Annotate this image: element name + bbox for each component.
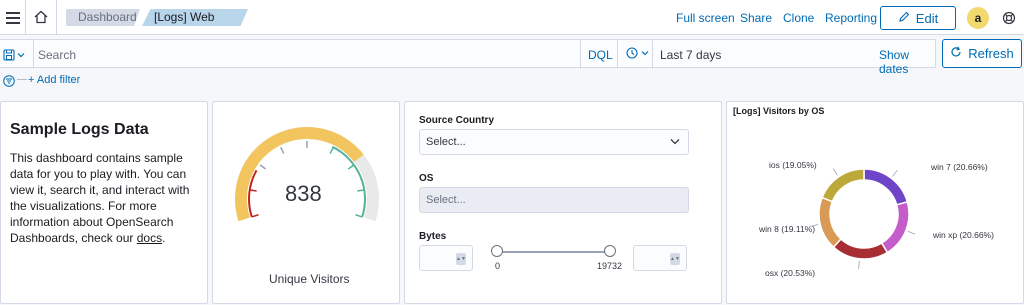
home-icon[interactable] — [33, 9, 49, 25]
markdown-body: This dashboard contains sample data for … — [10, 150, 200, 246]
breadcrumb-current: [Logs] Web Traffic — [142, 9, 248, 26]
pie-slice[interactable] — [863, 168, 909, 206]
add-filter-button[interactable]: + Add filter — [28, 74, 80, 86]
stepper-icon[interactable]: ▲▼ — [670, 253, 680, 265]
visitors-by-os-panel: [Logs] Visitors by OS win 7 (20.66%) win … — [726, 101, 1024, 304]
bytes-min-label: 0 — [495, 261, 501, 271]
source-country-select[interactable]: Select... — [419, 129, 689, 155]
pie-slice[interactable] — [818, 196, 843, 249]
divider — [33, 40, 34, 69]
bytes-max-handle[interactable] — [604, 245, 616, 257]
pie-slice-label: win 7 (20.66%) — [931, 162, 988, 172]
gauge-tick — [329, 146, 334, 154]
filter-options-icon[interactable] — [3, 74, 15, 87]
bytes-label: Bytes — [419, 231, 447, 242]
query-bar: Search DQL Last 7 days Show dates — [0, 39, 936, 76]
pie-leader-line — [832, 168, 838, 176]
source-country-label: Source Country — [419, 115, 495, 126]
divider — [25, 0, 26, 35]
gauge-tick — [347, 164, 355, 170]
refresh-button[interactable]: Refresh — [942, 39, 1022, 68]
gauge-panel: 838 Unique Visitors — [212, 101, 400, 304]
gauge-tick — [280, 146, 285, 154]
gauge-tick — [249, 189, 257, 192]
gauge-label: Unique Visitors — [269, 272, 350, 286]
reporting-link[interactable]: Reporting — [825, 11, 877, 25]
time-range-display[interactable]: Last 7 days — [660, 48, 721, 62]
bytes-range-track[interactable] — [497, 251, 610, 253]
pencil-icon — [898, 11, 910, 26]
top-nav-bar: Dashboard [Logs] Web Traffic Full screen… — [0, 0, 1024, 35]
clock-icon — [626, 47, 638, 59]
filter-separator: — — [17, 74, 27, 85]
hamburger-menu-icon[interactable] — [4, 9, 22, 27]
edit-button[interactable]: Edit — [880, 6, 956, 30]
pie-slice-label: ios (19.05%) — [769, 160, 817, 170]
edit-button-label: Edit — [915, 10, 939, 26]
pie-slice[interactable] — [821, 168, 865, 203]
pie-slice-label: win xp (20.66%) — [933, 230, 994, 240]
share-link[interactable]: Share — [740, 11, 772, 25]
gauge-tick — [259, 164, 267, 170]
pie-slice[interactable] — [880, 200, 910, 254]
divider — [56, 0, 57, 35]
search-input[interactable]: Search — [38, 48, 76, 62]
gauge-tick — [357, 189, 365, 192]
clone-link[interactable]: Clone — [783, 11, 814, 25]
pie-leader-line — [892, 169, 898, 177]
os-label: OS — [419, 173, 434, 184]
bytes-min-handle[interactable] — [491, 245, 503, 257]
user-avatar[interactable]: a — [967, 7, 989, 29]
refresh-icon — [950, 46, 962, 61]
markdown-trailing: . — [162, 231, 166, 245]
breadcrumb-dashboard[interactable]: Dashboard — [66, 9, 140, 26]
refresh-button-label: Refresh — [968, 46, 1014, 61]
chevron-down-icon — [670, 139, 680, 145]
stepper-icon[interactable]: ▲▼ — [456, 253, 466, 265]
controls-panel: Source Country Select... OS Select... By… — [404, 101, 722, 304]
filter-bar: — + Add filter — [0, 71, 1024, 91]
help-lifebuoy-icon[interactable] — [999, 8, 1019, 28]
pie-slice[interactable] — [832, 237, 889, 260]
quick-time-menu[interactable] — [626, 47, 649, 59]
markdown-title: Sample Logs Data — [10, 121, 149, 138]
gauge-value: 838 — [285, 181, 322, 206]
divider — [652, 40, 653, 69]
save-icon — [3, 49, 15, 61]
bytes-min-input[interactable]: ▲▼ — [419, 245, 473, 271]
pie-slice-label: osx (20.53%) — [765, 268, 816, 278]
query-language-toggle[interactable]: DQL — [588, 48, 613, 62]
os-select[interactable]: Select... — [419, 187, 689, 213]
divider — [580, 40, 581, 69]
bytes-max-input[interactable]: ▲▼ — [633, 245, 687, 271]
docs-link[interactable]: docs — [137, 231, 162, 245]
gauge-tick — [355, 214, 363, 218]
full-screen-link[interactable]: Full screen — [676, 11, 735, 25]
pie-leader-line — [907, 230, 916, 235]
pie-leader-line — [858, 260, 860, 269]
markdown-panel: Sample Logs Data This dashboard contains… — [0, 101, 208, 304]
divider — [617, 40, 618, 69]
saved-query-menu[interactable] — [3, 47, 29, 63]
gauge-tick — [251, 214, 259, 218]
bytes-max-label: 19732 — [597, 261, 623, 271]
pie-slice-label: win 8 (19.11%) — [759, 224, 816, 234]
chevron-down-icon — [641, 51, 649, 56]
chevron-down-icon — [17, 53, 25, 58]
os-placeholder: Select... — [426, 194, 466, 206]
source-country-placeholder: Select... — [426, 136, 466, 148]
